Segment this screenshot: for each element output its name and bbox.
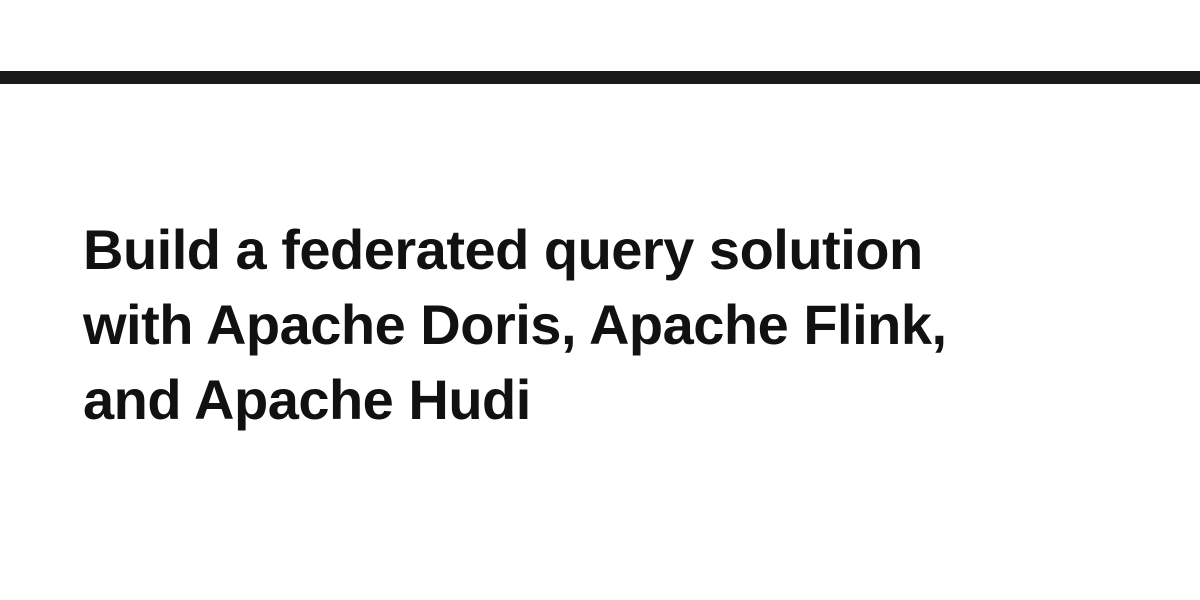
article-card: Build a federated query solution with Ap… xyxy=(0,0,1200,600)
article-title-line-1: Build a federated query solution xyxy=(83,218,923,281)
top-divider xyxy=(0,71,1200,84)
article-title-line-3: and Apache Hudi xyxy=(83,368,531,431)
article-title: Build a federated query solution with Ap… xyxy=(83,212,1083,437)
article-title-line-2: with Apache Doris, Apache Flink, xyxy=(83,293,947,356)
